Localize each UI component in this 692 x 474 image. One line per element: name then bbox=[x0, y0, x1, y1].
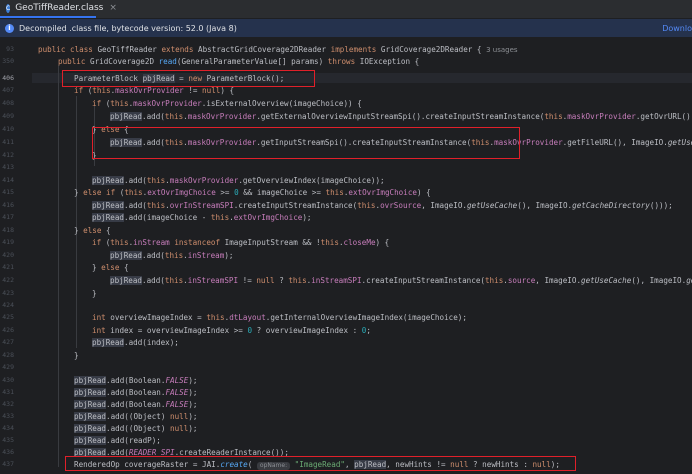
code-line: } else { bbox=[92, 263, 129, 272]
close-icon[interactable]: × bbox=[109, 3, 117, 13]
code-line: if (this.inStream instanceof ImageInputS… bbox=[92, 238, 390, 247]
class-file-icon: C bbox=[6, 3, 11, 13]
line-number: 93 bbox=[6, 45, 14, 53]
code-line: pbjRead.add(readP); bbox=[74, 436, 161, 445]
line-number: 406 bbox=[2, 74, 14, 82]
code-line: pbjRead.add(imageChoice - this.extOvrImg… bbox=[92, 213, 312, 222]
line-number: 413 bbox=[2, 163, 14, 171]
decompiled-banner: i Decompiled .class file, bytecode versi… bbox=[0, 19, 692, 38]
usages-hint[interactable]: 3 usages bbox=[486, 46, 517, 54]
line-number: 408 bbox=[2, 99, 14, 107]
line-number: 433 bbox=[2, 412, 14, 420]
code-line: } bbox=[92, 289, 97, 298]
line-number: 419 bbox=[2, 238, 14, 246]
code-line: pbjRead.add((Object) null); bbox=[74, 424, 198, 433]
code-line: if (this.maskOvrProvider != null) { bbox=[74, 86, 235, 95]
line-number: 410 bbox=[2, 125, 14, 133]
line-number: 425 bbox=[2, 313, 14, 321]
info-icon: i bbox=[5, 23, 14, 33]
line-number: 424 bbox=[2, 301, 14, 309]
line-number: 416 bbox=[2, 201, 14, 209]
code-line: int overviewImageIndex = this.dtLayout.g… bbox=[92, 313, 467, 322]
line-number: 428 bbox=[2, 351, 14, 359]
line-number: 430 bbox=[2, 376, 14, 384]
line-number: 427 bbox=[2, 338, 14, 346]
code-line: } else if (this.extOvrImgChoice >= 0 && … bbox=[74, 188, 431, 197]
annotation-box-jai-create bbox=[65, 456, 576, 471]
line-number: 431 bbox=[2, 388, 14, 396]
annotation-box-input-stream bbox=[92, 127, 520, 159]
code-line: pbjRead.add((Object) null); bbox=[74, 412, 198, 421]
line-number: 415 bbox=[2, 188, 14, 196]
line-number: 429 bbox=[2, 363, 14, 371]
line-number: 436 bbox=[2, 448, 14, 456]
line-number: 421 bbox=[2, 263, 14, 271]
editor-tab-bar: C GeoTiffReader.class × bbox=[0, 0, 692, 19]
code-line: pbjRead.add(this.inStream); bbox=[110, 251, 234, 260]
line-number: 435 bbox=[2, 436, 14, 444]
code-line: pbjRead.add(index); bbox=[92, 338, 179, 347]
banner-text: Decompiled .class file, bytecode version… bbox=[19, 23, 237, 33]
code-line: int index = overviewImageIndex >= 0 ? ov… bbox=[92, 326, 371, 335]
line-number: 423 bbox=[2, 289, 14, 297]
line-number: 434 bbox=[2, 424, 14, 432]
code-line: pbjRead.add(this.maskOvrProvider.getExte… bbox=[110, 112, 692, 121]
code-line: if (this.maskOvrProvider.isExternalOverv… bbox=[92, 99, 362, 108]
download-sources-link[interactable]: Downlo bbox=[662, 24, 692, 33]
line-number: 407 bbox=[2, 86, 14, 94]
code-line: public GridCoverage2D read(GeneralParame… bbox=[58, 57, 420, 66]
indent-guide bbox=[58, 65, 59, 467]
tab-title: GeoTiffReader.class bbox=[15, 3, 104, 13]
line-number: 409 bbox=[2, 112, 14, 120]
code-line: } bbox=[74, 351, 79, 360]
line-number: 422 bbox=[2, 276, 14, 284]
line-number: 412 bbox=[2, 151, 14, 159]
code-line: } else { bbox=[74, 226, 111, 235]
code-line: pbjRead.add(Boolean.FALSE); bbox=[74, 400, 198, 409]
line-number: 418 bbox=[2, 226, 14, 234]
code-line: public class GeoTiffReader extends Abstr… bbox=[38, 45, 518, 54]
line-number: 432 bbox=[2, 400, 14, 408]
code-line: pbjRead.add(Boolean.FALSE); bbox=[74, 376, 198, 385]
code-line: pbjRead.add(this.ovrInStreamSPI.createIn… bbox=[92, 201, 673, 210]
code-line: pbjRead.add(this.inStreamSPI != null ? t… bbox=[110, 276, 692, 285]
line-number-gutter: 93 350 406 407 408 409 410 411 412 413 414 415 416 41… bbox=[0, 38, 32, 474]
line-number: 420 bbox=[2, 251, 14, 259]
code-line: pbjRead.add(this.maskOvrProvider.getOver… bbox=[92, 176, 385, 185]
line-number: 426 bbox=[2, 326, 14, 334]
indent-guide bbox=[76, 96, 77, 348]
line-number: 411 bbox=[2, 138, 14, 146]
line-number: 437 bbox=[2, 460, 14, 468]
line-number: 417 bbox=[2, 213, 14, 221]
line-number: 414 bbox=[2, 176, 14, 184]
line-number: 350 bbox=[2, 57, 14, 65]
tab-geotiffreader-class[interactable]: C GeoTiffReader.class × bbox=[0, 0, 117, 18]
code-line: pbjRead.add(Boolean.FALSE); bbox=[74, 388, 198, 397]
annotation-box-pbjread-declaration bbox=[62, 70, 315, 87]
